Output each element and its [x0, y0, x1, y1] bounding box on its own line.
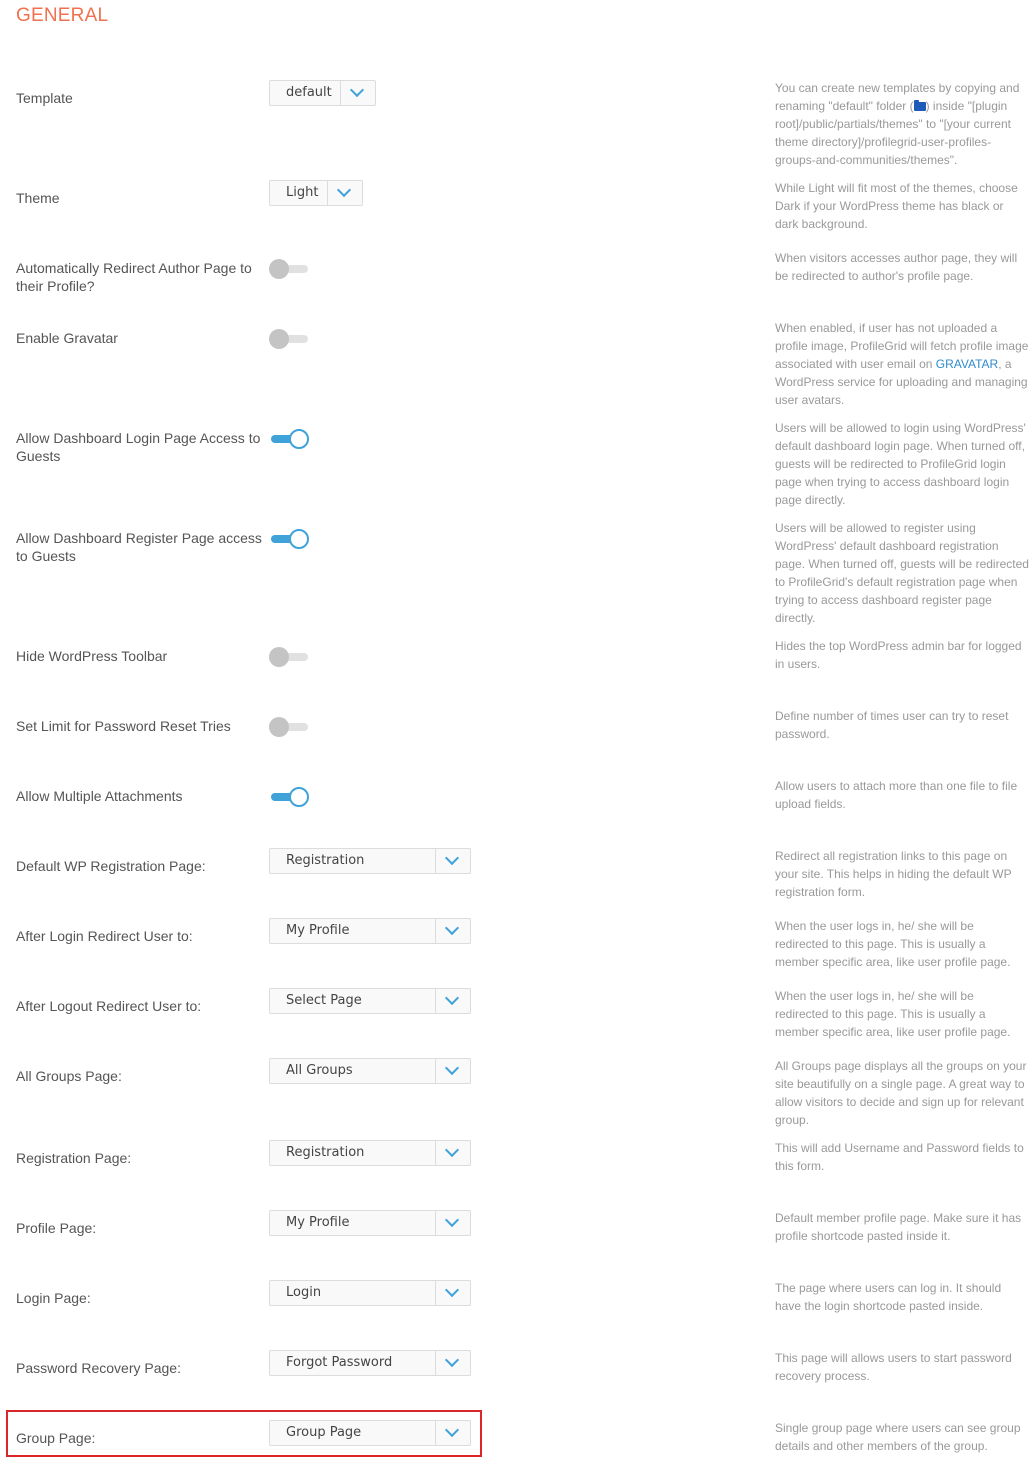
profile-page-help: Default member profile page. Make sure i…	[775, 1211, 1022, 1243]
dashboard-login-toggle[interactable]	[269, 428, 309, 450]
group-page-help: Single group page where users can see gr…	[775, 1421, 1021, 1453]
folder-icon	[913, 100, 926, 111]
after-logout-redirect-select[interactable]: Select Page	[269, 988, 471, 1014]
gravatar-help: When enabled, if user has not uploaded a…	[775, 319, 1030, 409]
gravatar-toggle[interactable]	[269, 328, 309, 350]
password-reset-limit-help: Define number of times user can try to r…	[775, 709, 1009, 741]
dashboard-login-label: Allow Dashboard Login Page Access to Gue…	[16, 430, 261, 464]
login-page-label: Login Page:	[16, 1290, 91, 1306]
group-page-label: Group Page:	[16, 1430, 96, 1446]
redirect-author-label: Automatically Redirect Author Page to th…	[16, 260, 252, 294]
chevron-down-icon	[340, 81, 375, 105]
multiple-attachments-label: Allow Multiple Attachments	[16, 788, 183, 804]
toggle-knob	[269, 717, 289, 737]
group-page-select[interactable]: Group Page	[269, 1420, 471, 1446]
login-page-value: Login	[286, 1285, 322, 1300]
hide-toolbar-help: Hides the top WordPress admin bar for lo…	[775, 639, 1022, 671]
profile-page-label: Profile Page:	[16, 1220, 97, 1236]
password-recovery-page-help: This page will allows users to start pas…	[775, 1351, 1012, 1383]
default-wp-registration-help: Redirect all registration links to this …	[775, 849, 1012, 899]
redirect-author-help: When visitors accesses author page, they…	[775, 251, 1018, 283]
multiple-attachments-help: Allow users to attach more than one file…	[775, 779, 1018, 811]
theme-select-value: Light	[286, 185, 319, 200]
registration-page-label: Registration Page:	[16, 1150, 132, 1166]
password-recovery-page-select[interactable]: Forgot Password	[269, 1350, 471, 1376]
dashboard-register-label: Allow Dashboard Register Page access to …	[16, 530, 262, 564]
theme-label: Theme	[16, 190, 60, 206]
after-logout-redirect-label: After Logout Redirect User to:	[16, 998, 202, 1014]
after-login-redirect-select[interactable]: My Profile	[269, 918, 471, 944]
after-login-redirect-value: My Profile	[286, 923, 350, 938]
registration-page-value: Registration	[286, 1145, 365, 1160]
chevron-down-icon	[435, 1059, 470, 1083]
chevron-down-icon	[435, 1351, 470, 1375]
hide-toolbar-label: Hide WordPress Toolbar	[16, 648, 168, 664]
chevron-down-icon	[435, 1141, 470, 1165]
chevron-down-icon	[435, 1281, 470, 1305]
dashboard-register-toggle[interactable]	[269, 528, 309, 550]
login-page-help: The page where users can log in. It shou…	[775, 1281, 1002, 1313]
theme-select[interactable]: Light	[269, 180, 363, 206]
group-page-value: Group Page	[286, 1425, 362, 1440]
login-page-select[interactable]: Login	[269, 1280, 471, 1306]
password-reset-limit-label: Set Limit for Password Reset Tries	[16, 718, 231, 734]
template-select[interactable]: default	[269, 80, 376, 106]
registration-page-help: This will add Username and Password fiel…	[775, 1141, 1024, 1173]
dashboard-register-help: Users will be allowed to register using …	[775, 521, 1029, 625]
template-label: Template	[16, 90, 73, 106]
toggle-knob	[289, 787, 309, 807]
profile-page-select[interactable]: My Profile	[269, 1210, 471, 1236]
chevron-down-icon	[435, 1421, 470, 1445]
default-wp-registration-label: Default WP Registration Page:	[16, 858, 206, 874]
default-wp-registration-select[interactable]: Registration	[269, 848, 471, 874]
password-recovery-page-label: Password Recovery Page:	[16, 1360, 181, 1376]
redirect-author-toggle[interactable]	[269, 258, 309, 280]
toggle-knob	[269, 329, 289, 349]
after-login-redirect-help: When the user logs in, he/ she will be r…	[775, 919, 1011, 969]
password-reset-limit-toggle[interactable]	[269, 716, 309, 738]
all-groups-page-label: All Groups Page:	[16, 1068, 122, 1084]
chevron-down-icon	[435, 849, 470, 873]
after-logout-redirect-value: Select Page	[286, 993, 362, 1008]
chevron-down-icon	[435, 919, 470, 943]
multiple-attachments-toggle[interactable]	[269, 786, 309, 808]
chevron-down-icon	[327, 181, 362, 205]
chevron-down-icon	[435, 1211, 470, 1235]
template-help: You can create new templates by copying …	[775, 79, 1030, 169]
gravatar-label: Enable Gravatar	[16, 330, 118, 346]
all-groups-page-value: All Groups	[286, 1063, 353, 1078]
toggle-knob	[269, 647, 289, 667]
dashboard-login-help: Users will be allowed to login using Wor…	[775, 421, 1026, 507]
all-groups-page-help: All Groups page displays all the groups …	[775, 1059, 1027, 1127]
template-select-value: default	[286, 85, 332, 100]
after-logout-redirect-help: When the user logs in, he/ she will be r…	[775, 989, 1011, 1039]
default-wp-registration-value: Registration	[286, 853, 365, 868]
password-recovery-page-value: Forgot Password	[286, 1355, 393, 1370]
section-title: GENERAL	[16, 5, 109, 26]
all-groups-page-select[interactable]: All Groups	[269, 1058, 471, 1084]
chevron-down-icon	[435, 989, 470, 1013]
gravatar-link[interactable]: GRAVATAR	[936, 357, 998, 371]
toggle-knob	[289, 529, 309, 549]
toggle-knob	[269, 259, 289, 279]
toggle-knob	[289, 429, 309, 449]
profile-page-value: My Profile	[286, 1215, 350, 1230]
theme-help: While Light will fit most of the themes,…	[775, 181, 1018, 231]
registration-page-select[interactable]: Registration	[269, 1140, 471, 1166]
hide-toolbar-toggle[interactable]	[269, 646, 309, 668]
after-login-redirect-label: After Login Redirect User to:	[16, 928, 193, 944]
